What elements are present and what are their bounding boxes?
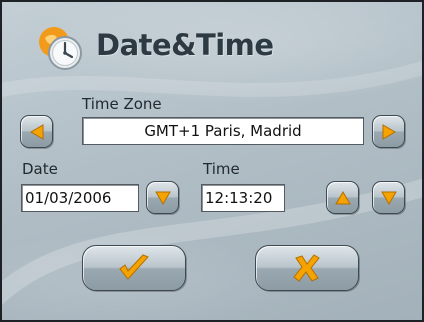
date-time-screen: Date&Time Time Zone GMT+1 Paris, Madrid …	[0, 0, 424, 322]
timezone-prev-button[interactable]	[20, 115, 53, 148]
time-label: Time	[203, 160, 240, 178]
time-up-button[interactable]	[326, 181, 359, 214]
arrow-down-icon	[380, 191, 397, 205]
arrow-up-icon	[334, 190, 351, 204]
cancel-button[interactable]	[255, 245, 359, 291]
time-field[interactable]: 12:13:20	[201, 184, 285, 212]
arrow-left-icon	[29, 123, 43, 140]
arrow-down-icon	[154, 191, 171, 205]
checkmark-icon	[119, 254, 149, 280]
clock-globe-icon	[39, 27, 82, 70]
timezone-label: Time Zone	[82, 95, 162, 113]
timezone-next-button[interactable]	[372, 115, 405, 148]
page-title: Date&Time	[96, 28, 274, 62]
arrow-right-icon	[382, 123, 396, 140]
cross-icon	[293, 254, 320, 282]
date-field[interactable]: 01/03/2006	[21, 184, 139, 212]
confirm-button[interactable]	[82, 245, 186, 291]
time-down-button[interactable]	[372, 181, 405, 214]
date-down-button[interactable]	[146, 181, 179, 214]
date-label: Date	[22, 160, 58, 178]
timezone-field[interactable]: GMT+1 Paris, Madrid	[82, 117, 364, 145]
